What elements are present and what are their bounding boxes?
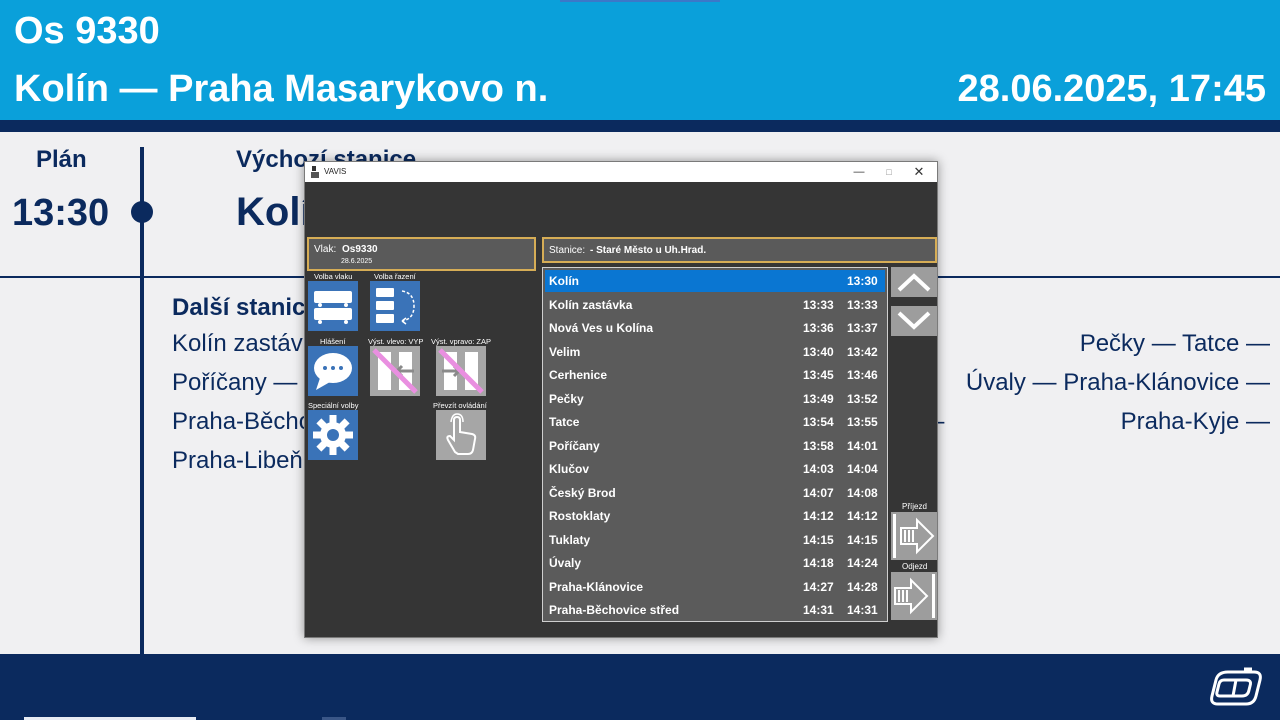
station-value: - Staré Město u Uh.Hrad. <box>590 245 707 256</box>
train-select-button[interactable] <box>308 281 358 331</box>
tool-label-train-select: Volba vlaku <box>314 272 353 281</box>
arrival-label: Příjezd <box>902 502 927 511</box>
chevron-down-icon <box>897 311 931 330</box>
special-options-button[interactable] <box>308 410 358 460</box>
minimize-button[interactable]: — <box>843 162 875 182</box>
timetable-row[interactable]: Praha-Běchovice střed 14:31 14:31 <box>545 599 885 621</box>
route-title: Kolín — Praha Masarykovo n. <box>14 68 549 110</box>
train-info-box: Vlak: Os9330 28.6.2025 <box>307 237 536 271</box>
timetable-row[interactable]: Tuklaty 14:15 14:15 <box>545 529 885 551</box>
timetable-row[interactable]: Úvaly 14:18 14:24 <box>545 552 885 574</box>
station-label: Stanice: <box>549 245 586 256</box>
arrival-arrow-icon <box>893 514 935 558</box>
timetable-row[interactable]: Kolín zastávka 13:33 13:33 <box>545 294 885 316</box>
maximize-button[interactable]: □ <box>873 162 905 182</box>
train-number: Os 9330 <box>14 10 160 52</box>
timeline-dot <box>131 201 153 223</box>
announcement-icon <box>314 353 352 390</box>
exit-right-disabled-icon <box>438 348 484 394</box>
timetable-row[interactable]: Kolín 13:30 <box>545 270 885 292</box>
date-time: 28.06.2025, 17:45 <box>957 68 1267 110</box>
train-date: 28.6.2025 <box>341 258 373 265</box>
cd-logo-icon <box>1208 666 1264 713</box>
plan-label: Plán <box>36 146 87 173</box>
chevron-up-icon <box>897 273 931 292</box>
departure-arrow-icon <box>894 574 935 618</box>
timetable-row[interactable]: Český Brod 14:07 14:08 <box>545 482 885 504</box>
announcement-button[interactable] <box>308 346 358 396</box>
settings-gear-icon <box>313 415 353 455</box>
window-titlebar[interactable]: VAVIS — □ ✕ <box>305 162 937 182</box>
footer-bar <box>0 654 1280 720</box>
exit-left-button[interactable] <box>370 346 420 396</box>
timetable-row[interactable]: Praha-Klánovice 14:27 14:28 <box>545 576 885 598</box>
header-divider <box>0 120 1280 132</box>
vavis-app-icon <box>311 166 319 178</box>
take-control-hand-icon <box>446 413 477 455</box>
exit-left-disabled-icon <box>372 348 418 394</box>
train-label: Vlak: <box>314 244 337 255</box>
timetable-row[interactable]: Nová Ves u Kolína 13:36 13:37 <box>545 317 885 339</box>
departure-button[interactable] <box>891 572 937 620</box>
arrival-button[interactable] <box>891 512 937 560</box>
timetable-row[interactable]: Cerhenice 13:45 13:46 <box>545 364 885 386</box>
tool-label-take-control: Převzít ovládání <box>433 401 487 410</box>
scroll-down-button[interactable] <box>891 306 937 336</box>
timetable-row[interactable]: Tatce 13:54 13:55 <box>545 411 885 433</box>
timetable-row[interactable]: Klučov 14:03 14:04 <box>545 458 885 480</box>
train-select-icon <box>314 291 352 324</box>
tool-label-announcement: Hlášení <box>320 337 346 346</box>
train-order-button[interactable] <box>370 281 420 331</box>
timetable-row[interactable]: Rostoklaty 14:12 14:12 <box>545 505 885 527</box>
window-title: VAVIS <box>324 167 347 176</box>
timeline-line <box>140 147 144 655</box>
timetable-list[interactable]: Kolín 13:30 Kolín zastávka 13:33 13:33 Nová… <box>542 267 888 622</box>
next-stations-label: Další stanice <box>172 294 319 321</box>
timetable-row[interactable]: Pečky 13:49 13:52 <box>545 388 885 410</box>
info-header: Os 9330 Kolín — Praha Masarykovo n. 28.0… <box>0 0 1280 120</box>
close-button[interactable]: ✕ <box>903 162 935 182</box>
timetable-row[interactable]: Velim 13:40 13:42 <box>545 341 885 363</box>
current-station-box: Stanice: - Staré Město u Uh.Hrad. <box>542 237 937 263</box>
take-control-button[interactable] <box>436 410 486 460</box>
tool-label-exit-left: Výst. vlevo: VYP <box>368 337 424 346</box>
tool-label-train-order: Volba řazení <box>374 272 416 281</box>
timetable-row[interactable]: Poříčany 13:58 14:01 <box>545 435 885 457</box>
scroll-up-button[interactable] <box>891 267 937 297</box>
plan-time: 13:30 <box>12 192 110 234</box>
exit-right-button[interactable] <box>436 346 486 396</box>
tool-label-exit-right: Výst. vpravo: ZAP <box>431 337 492 346</box>
vavis-window: VAVIS — □ ✕ Vlak: Os9330 28.6.2025 Volba… <box>304 161 938 638</box>
tool-label-settings: Speciální volby <box>308 401 359 410</box>
train-order-icon <box>376 288 415 325</box>
top-accent-bar <box>560 0 720 2</box>
departure-label: Odjezd <box>902 562 928 571</box>
train-value: Os9330 <box>342 244 378 255</box>
